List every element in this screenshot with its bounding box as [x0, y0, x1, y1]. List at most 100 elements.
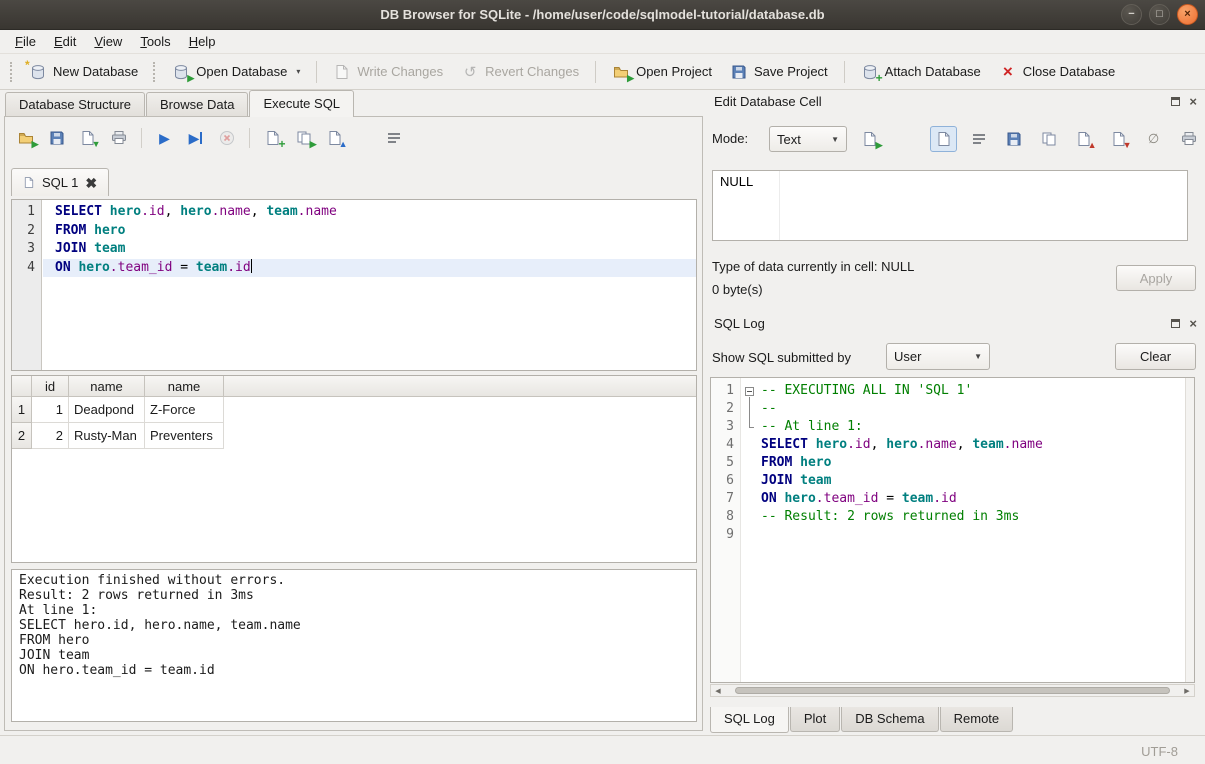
dock-tab-sql-log[interactable]: SQL Log	[710, 707, 789, 733]
code-line[interactable]: FROM hero	[43, 222, 696, 241]
results-corner-cell[interactable]	[12, 376, 32, 397]
export-icon: ▲	[1075, 130, 1093, 148]
results-cell[interactable]: Rusty-Man	[69, 423, 145, 449]
code-line[interactable]: FROM hero	[758, 454, 1185, 472]
chevron-down-icon: ▼	[964, 352, 982, 361]
attach-database-button[interactable]: + Attach Database	[852, 58, 990, 86]
results-column-header[interactable]: id	[32, 376, 69, 397]
app-window: DB Browser for SQLite - /home/user/code/…	[0, 0, 1205, 764]
open-sql-tab-button[interactable]: ▶	[291, 126, 316, 151]
code-line[interactable]: -- At line 1:	[758, 418, 1185, 436]
scroll-left-icon[interactable]: ◀	[711, 687, 725, 695]
cell-editor[interactable]: NULL	[712, 170, 1188, 241]
code-line[interactable]: -- Result: 2 rows returned in 3ms	[758, 508, 1185, 526]
scrollbar-track[interactable]	[725, 685, 1180, 696]
results-column-header[interactable]: name	[69, 376, 145, 397]
dock-close-icon[interactable]: ×	[1189, 317, 1197, 330]
chevron-down-icon: ▼	[821, 135, 839, 144]
save-sql-as-button[interactable]: ▼	[75, 126, 100, 151]
open-sql-file-button[interactable]: ▶	[13, 126, 38, 151]
code-line[interactable]: JOIN team	[758, 472, 1185, 490]
code-line[interactable]: ON hero.team_id = team.id	[43, 259, 696, 278]
sql-editor-code[interactable]: SELECT hero.id, hero.name, team.nameFROM…	[43, 200, 696, 370]
maximize-button[interactable]: □	[1149, 4, 1170, 25]
import-cell-data-button[interactable]: ▼	[1105, 126, 1132, 152]
close-database-button[interactable]: × Close Database	[990, 58, 1125, 86]
export-sql-button[interactable]: ▲	[322, 126, 347, 151]
log-filter-combobox[interactable]: User ▼	[886, 343, 990, 370]
dock-close-icon[interactable]: ×	[1189, 95, 1197, 108]
menu-tools[interactable]: Tools	[131, 31, 179, 52]
word-wrap-button[interactable]	[381, 126, 406, 151]
results-cell[interactable]: 1	[32, 397, 69, 423]
toolbar-separator	[316, 61, 317, 83]
code-line[interactable]: -- EXECUTING ALL IN 'SQL 1'	[758, 382, 1185, 400]
save-cell-button[interactable]	[1000, 126, 1027, 152]
dock-tab-remote[interactable]: Remote	[940, 707, 1014, 732]
results-cell[interactable]: 2	[32, 423, 69, 449]
results-cell[interactable]: Z-Force	[145, 397, 224, 423]
results-cell[interactable]: Deadpond	[69, 397, 145, 423]
new-database-button[interactable]: * New Database	[20, 58, 147, 86]
print-sql-button[interactable]	[106, 126, 131, 151]
sql-toolbar: ▶ ▼ ▶ ▶ + ▶ ▲	[13, 123, 696, 153]
dock-float-icon[interactable]	[1171, 97, 1180, 106]
fold-collapse-icon[interactable]	[745, 387, 754, 396]
open-database-button[interactable]: ▶ Open Database ▾	[163, 58, 309, 86]
execute-current-line-button[interactable]: ▶	[183, 126, 208, 151]
revert-changes-button: ↺ Revert Changes	[452, 58, 588, 86]
log-vertical-scrollbar[interactable]	[1185, 378, 1194, 682]
results-column-header[interactable]: name	[145, 376, 224, 397]
line-number: 6	[711, 472, 740, 490]
copy-cell-button[interactable]	[1035, 126, 1062, 152]
code-line[interactable]: ON hero.team_id = team.id	[758, 490, 1185, 508]
dock-float-icon[interactable]	[1171, 319, 1180, 328]
set-null-button[interactable]: ∅	[1140, 126, 1167, 152]
code-line[interactable]: --	[758, 400, 1185, 418]
mode-combobox[interactable]: Text ▼	[769, 126, 847, 152]
row-header[interactable]: 2	[12, 423, 32, 449]
open-database-dropdown-icon[interactable]: ▾	[296, 67, 300, 76]
export-cell-button[interactable]: ▲	[1070, 126, 1097, 152]
import-cell-button[interactable]: ▶	[856, 126, 883, 152]
log-horizontal-scrollbar[interactable]: ◀ ▶	[710, 684, 1195, 697]
database-new-icon: *	[29, 63, 47, 81]
minimize-button[interactable]: −	[1121, 4, 1142, 25]
dock-tab-plot[interactable]: Plot	[790, 707, 840, 732]
tab-execute-sql[interactable]: Execute SQL	[249, 90, 354, 117]
code-line[interactable]: SELECT hero.id, hero.name, team.name	[758, 436, 1185, 454]
sql-editor-tab[interactable]: SQL 1 ✖	[11, 168, 109, 196]
menu-help[interactable]: Help	[180, 31, 225, 52]
word-wrap-cell-button[interactable]	[965, 126, 992, 152]
line-number: 4	[711, 436, 740, 454]
code-line[interactable]: JOIN team	[43, 240, 696, 259]
row-header[interactable]: 1	[12, 397, 32, 423]
dock-tab-db-schema[interactable]: DB Schema	[841, 707, 938, 732]
save-sql-file-button[interactable]	[44, 126, 69, 151]
print-cell-button[interactable]	[1175, 126, 1202, 152]
scroll-right-icon[interactable]: ▶	[1180, 687, 1194, 695]
dock-tab-bar: SQL Log Plot DB Schema Remote	[706, 707, 1205, 734]
menu-view[interactable]: View	[85, 31, 131, 52]
scrollbar-thumb[interactable]	[735, 687, 1170, 694]
save-project-button[interactable]: Save Project	[721, 58, 837, 86]
sql-editor[interactable]: 1234 SELECT hero.id, hero.name, team.nam…	[11, 199, 697, 371]
database-open-icon: ▶	[172, 63, 190, 81]
tab-database-structure[interactable]: Database Structure	[5, 92, 145, 117]
close-tab-icon[interactable]: ✖	[85, 176, 97, 190]
open-project-button[interactable]: ▶ Open Project	[603, 58, 721, 86]
results-cell[interactable]: Preventers	[145, 423, 224, 449]
new-sql-tab-button[interactable]: +	[260, 126, 285, 151]
menu-edit[interactable]: Edit	[45, 31, 85, 52]
clear-log-button[interactable]: Clear	[1115, 343, 1196, 370]
mode-value: Text	[777, 132, 801, 147]
execute-all-button[interactable]: ▶	[152, 126, 177, 151]
text-mode-button[interactable]	[930, 126, 957, 152]
write-changes-button: Write Changes	[324, 58, 452, 86]
tab-browse-data[interactable]: Browse Data	[146, 92, 248, 117]
code-line[interactable]: SELECT hero.id, hero.name, team.name	[43, 203, 696, 222]
code-line[interactable]	[758, 526, 1185, 544]
menu-file[interactable]: File	[6, 31, 45, 52]
sql-log-viewer[interactable]: 123456789 -- EXECUTING ALL IN 'SQL 1'---…	[710, 377, 1195, 683]
close-button[interactable]: ×	[1177, 4, 1198, 25]
